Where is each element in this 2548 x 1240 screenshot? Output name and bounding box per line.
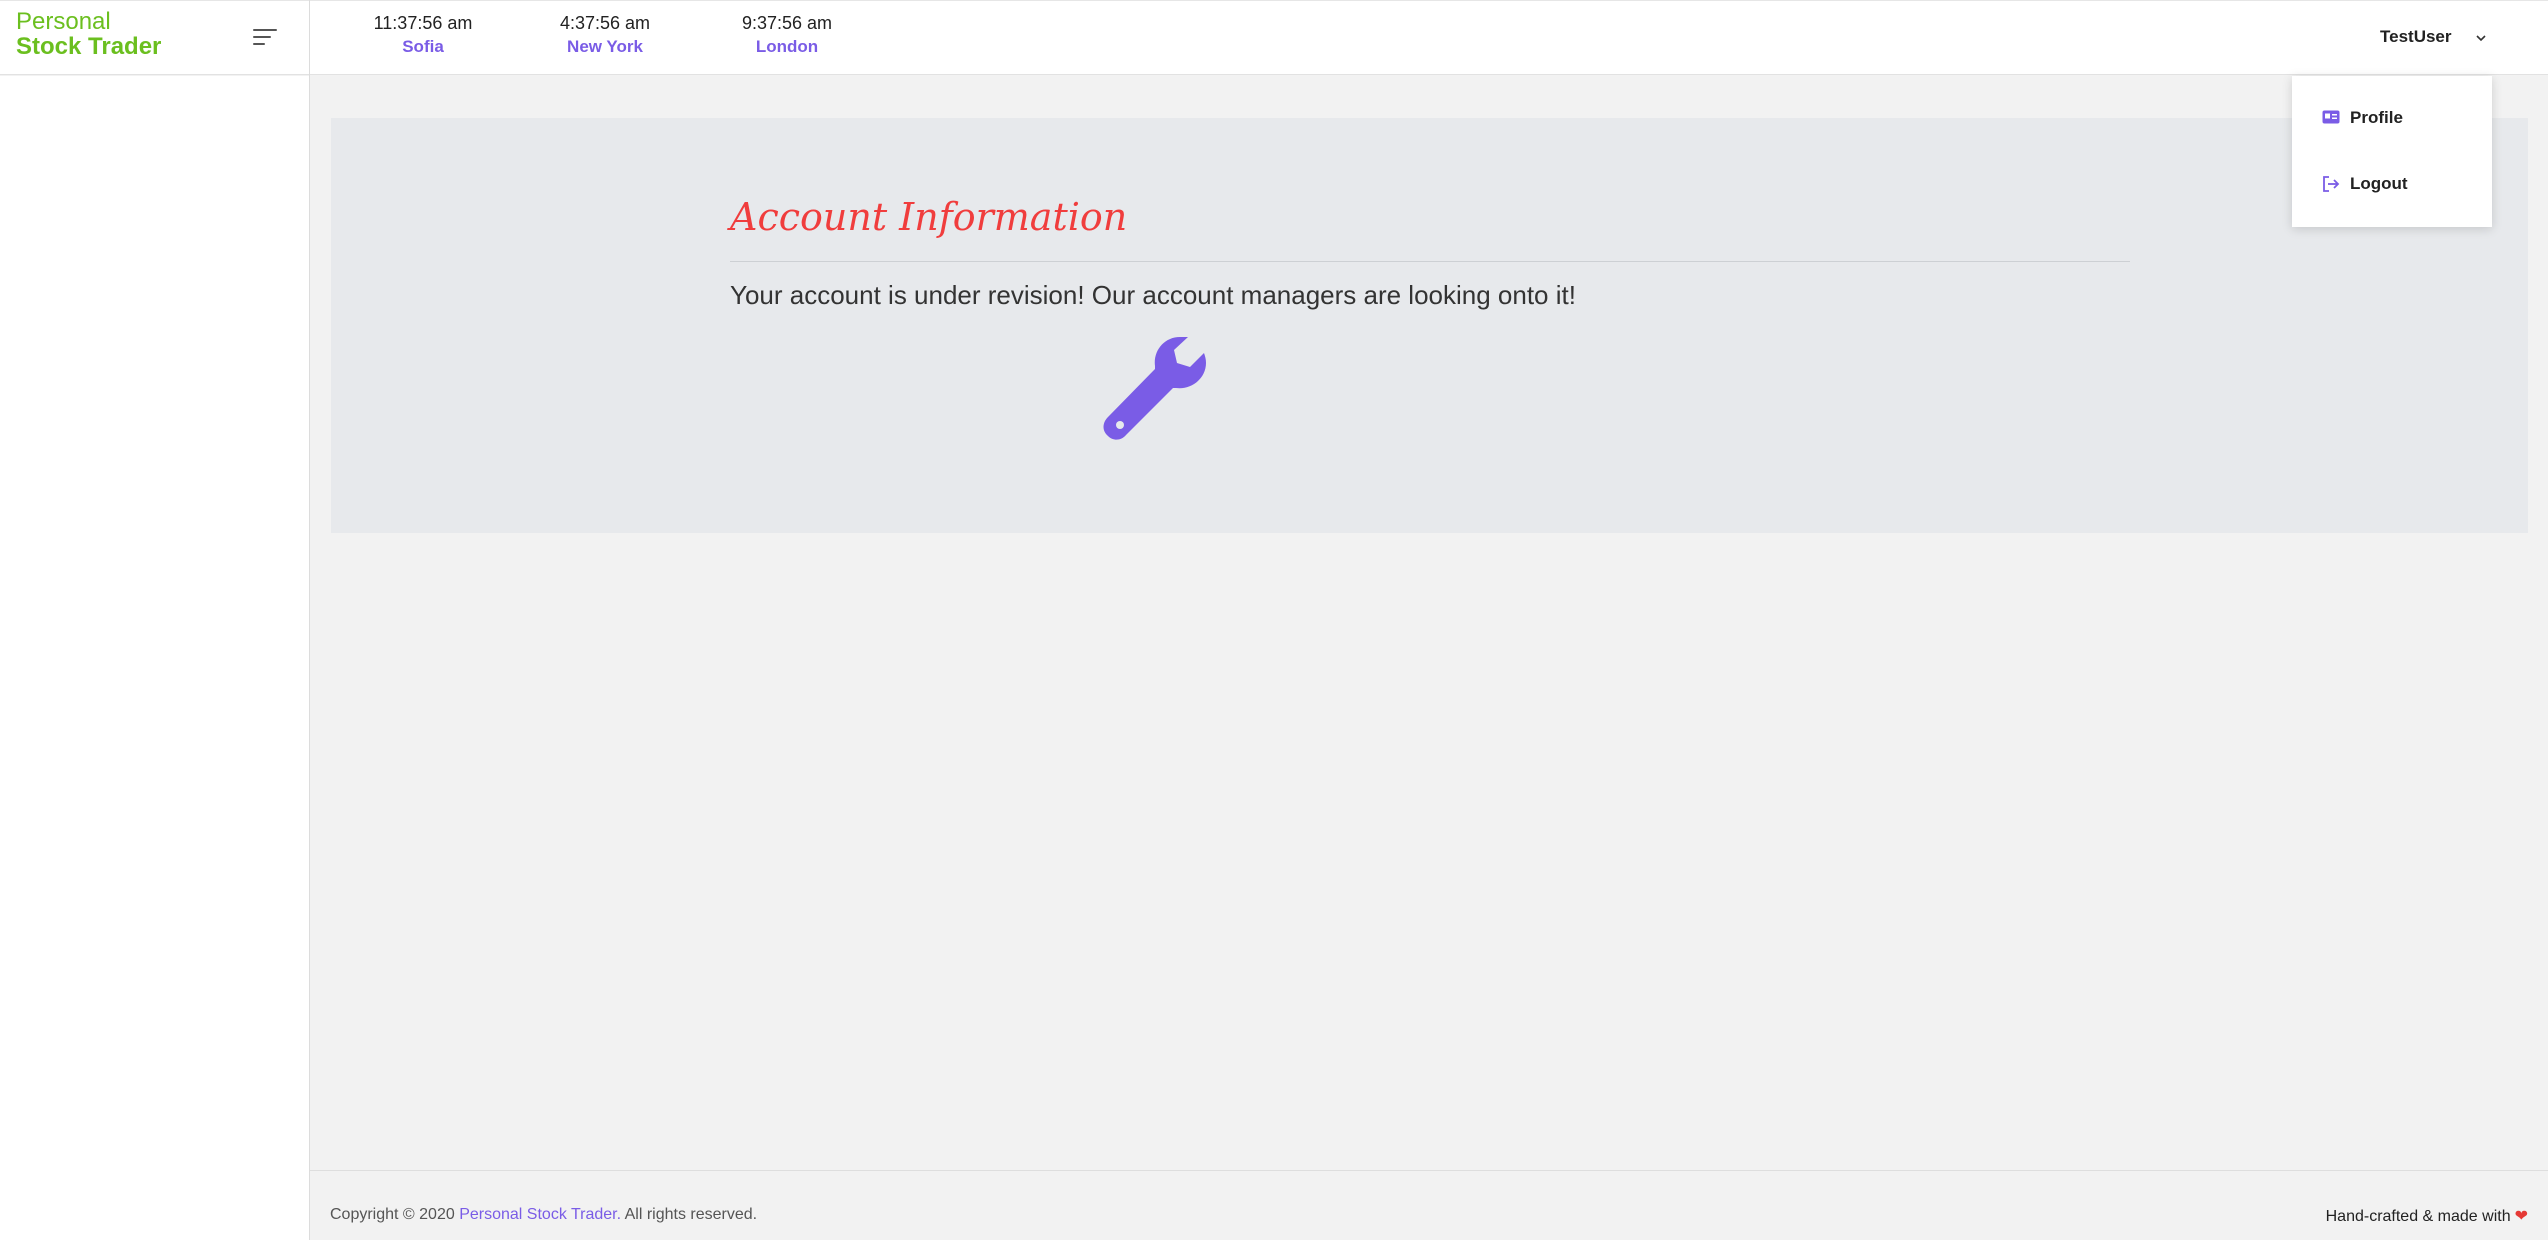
chevron-down-icon[interactable] bbox=[2474, 31, 2488, 45]
page-title: Account Information bbox=[730, 195, 1128, 239]
heart-icon: ❤ bbox=[2514, 1208, 2528, 1225]
dropdown-item-logout[interactable]: Logout bbox=[2292, 164, 2492, 204]
account-status-message: Your account is under revision! Our acco… bbox=[730, 280, 1576, 310]
dropdown-item-label: Profile bbox=[2350, 108, 2403, 127]
copyright-suffix: All rights reserved. bbox=[624, 1206, 758, 1223]
clock-city: New York bbox=[567, 37, 643, 56]
made-with-label: Hand-crafted & made with bbox=[2325, 1208, 2511, 1225]
clock-city: London bbox=[755, 37, 819, 56]
dropdown-item-profile[interactable]: Profile bbox=[2292, 98, 2492, 138]
menu-line bbox=[253, 36, 271, 38]
clock-london: 9:37:56 am London bbox=[707, 12, 867, 60]
user-menu-button[interactable]: TestUser bbox=[2380, 27, 2452, 47]
brand-line-2: Stock Trader bbox=[16, 33, 162, 60]
copyright-prefix: Copyright © 2020 bbox=[330, 1206, 455, 1223]
id-card-icon bbox=[2322, 110, 2340, 124]
brand-line-1: Personal bbox=[16, 8, 111, 35]
title-divider bbox=[730, 261, 2130, 262]
account-info-card bbox=[331, 118, 2528, 533]
clock-time: 11:37:56 am bbox=[373, 13, 473, 33]
sidebar bbox=[0, 76, 309, 1240]
menu-toggle-button[interactable] bbox=[253, 27, 279, 49]
made-with-text: Hand-crafted & made with ❤ bbox=[2326, 1206, 2528, 1226]
menu-line bbox=[253, 29, 277, 31]
wrench-icon bbox=[1103, 337, 1206, 440]
logout-icon bbox=[2323, 176, 2340, 192]
copyright-text: Copyright © 2020 Personal Stock Trader. … bbox=[330, 1206, 757, 1224]
clock-new-york: 4:37:56 am New York bbox=[525, 12, 685, 60]
clock-city: Sofia bbox=[402, 37, 444, 56]
clock-time: 4:37:56 am bbox=[559, 13, 651, 33]
menu-line bbox=[253, 43, 265, 45]
top-navbar: Personal Stock Trader 11:37:56 am Sofia … bbox=[0, 0, 2548, 75]
clock-sofia: 11:37:56 am Sofia bbox=[343, 12, 503, 60]
brand-logo[interactable]: Personal Stock Trader bbox=[16, 9, 161, 59]
sidebar-divider bbox=[309, 0, 310, 1240]
brand-link[interactable]: Personal Stock Trader. bbox=[459, 1206, 621, 1223]
clock-time: 9:37:56 am bbox=[741, 13, 833, 33]
user-dropdown-menu: Profile Logout bbox=[2292, 76, 2492, 227]
footer: Copyright © 2020 Personal Stock Trader. … bbox=[310, 1170, 2548, 1240]
dropdown-item-label: Logout bbox=[2350, 174, 2408, 193]
